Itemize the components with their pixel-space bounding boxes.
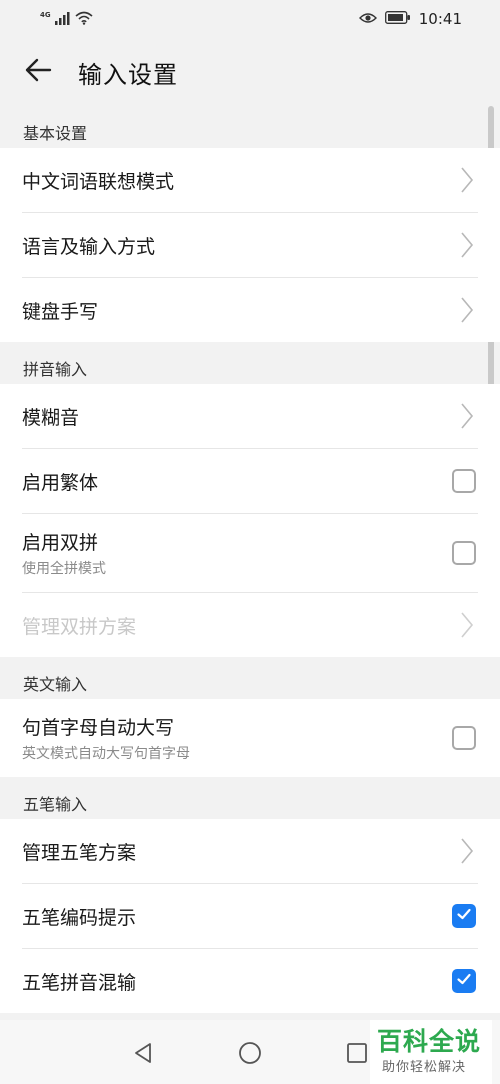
section-header-wubi: 五笔输入 — [23, 795, 88, 814]
section-header-basic: 基本设置 — [23, 124, 88, 143]
chevron-right-icon — [456, 165, 478, 195]
watermark-subtitle: 助你轻松解决 — [382, 1060, 467, 1075]
section-english: 句首字母自动大写 英文模式自动大写句首字母 — [0, 699, 500, 777]
setting-language-input-method[interactable]: 语言及输入方式 — [22, 213, 478, 278]
status-left: 4G — [40, 10, 93, 29]
setting-label: 句首字母自动大写 — [22, 717, 175, 739]
setting-wubi-code-hint[interactable]: 五笔编码提示 — [22, 884, 478, 949]
section-pinyin: 模糊音 启用繁体 启用双拼 使用全拼模式 管理双拼方案 — [0, 384, 500, 657]
setting-chinese-word-association[interactable]: 中文词语联想模式 — [22, 148, 478, 213]
settings-list: 基本设置 中文词语联想模式 语言及输入方式 键盘手写 拼音输入 模糊音 启用繁体… — [0, 106, 500, 1013]
setting-label: 启用双拼 — [22, 532, 99, 554]
setting-keyboard-handwriting[interactable]: 键盘手写 — [22, 278, 478, 342]
setting-manage-double-pinyin-scheme: 管理双拼方案 — [22, 593, 478, 657]
wubi-pinyin-mixed-checkbox[interactable] — [452, 969, 476, 993]
setting-label: 管理双拼方案 — [22, 615, 137, 638]
setting-auto-capitalize[interactable]: 句首字母自动大写 英文模式自动大写句首字母 — [22, 699, 478, 777]
chevron-right-icon — [456, 836, 478, 866]
checkmark-icon — [456, 971, 472, 991]
setting-label: 启用繁体 — [22, 471, 99, 494]
chevron-right-icon — [456, 230, 478, 260]
setting-label: 中文词语联想模式 — [22, 170, 175, 193]
signal-icon — [54, 10, 71, 29]
setting-label: 语言及输入方式 — [22, 235, 156, 258]
wubi-code-hint-checkbox[interactable] — [452, 904, 476, 928]
clock: 10:41 — [418, 10, 462, 28]
auto-capitalize-checkbox[interactable] — [452, 726, 476, 750]
setting-manage-wubi-scheme[interactable]: 管理五笔方案 — [22, 819, 478, 884]
setting-fuzzy-pinyin[interactable]: 模糊音 — [22, 384, 478, 449]
recents-square-icon[interactable] — [344, 1040, 370, 1066]
setting-sublabel: 英文模式自动大写句首字母 — [22, 746, 190, 762]
arrow-left-icon — [24, 58, 52, 86]
section-header-english: 英文输入 — [23, 675, 88, 694]
section-wubi: 管理五笔方案 五笔编码提示 五笔拼音混输 — [0, 819, 500, 1013]
back-triangle-icon[interactable] — [130, 1040, 156, 1066]
page-title: 输入设置 — [78, 61, 178, 89]
setting-label: 模糊音 — [22, 406, 80, 429]
wifi-icon — [75, 10, 93, 29]
setting-label: 管理五笔方案 — [22, 841, 137, 864]
watermark-title: 百科全说 — [377, 1027, 482, 1056]
chevron-right-icon — [456, 610, 478, 640]
setting-wubi-pinyin-mixed[interactable]: 五笔拼音混输 — [22, 949, 478, 1013]
section-basic: 中文词语联想模式 语言及输入方式 键盘手写 — [0, 148, 500, 342]
eye-comfort-icon — [358, 10, 377, 28]
back-button[interactable] — [20, 54, 56, 90]
watermark-logo: 百科全说 助你轻松解决 — [370, 1020, 492, 1084]
home-circle-icon[interactable] — [237, 1040, 263, 1066]
setting-double-pinyin[interactable]: 启用双拼 使用全拼模式 — [22, 514, 478, 593]
battery-icon — [384, 10, 411, 28]
chevron-right-icon — [456, 295, 478, 325]
section-header-pinyin: 拼音输入 — [23, 360, 88, 379]
app-bar: 输入设置 — [0, 40, 500, 106]
setting-sublabel: 使用全拼模式 — [22, 561, 106, 577]
setting-traditional-chinese[interactable]: 启用繁体 — [22, 449, 478, 514]
checkmark-icon — [456, 906, 472, 926]
setting-label: 五笔编码提示 — [22, 906, 137, 929]
double-pinyin-checkbox[interactable] — [452, 541, 476, 565]
network-type-label: 4G — [40, 10, 51, 19]
chevron-right-icon — [456, 401, 478, 431]
status-right: 10:41 — [358, 10, 462, 28]
traditional-chinese-checkbox[interactable] — [452, 469, 476, 493]
setting-label: 五笔拼音混输 — [22, 971, 137, 994]
setting-label: 键盘手写 — [22, 300, 99, 323]
status-bar: 4G 10:41 — [0, 0, 500, 40]
